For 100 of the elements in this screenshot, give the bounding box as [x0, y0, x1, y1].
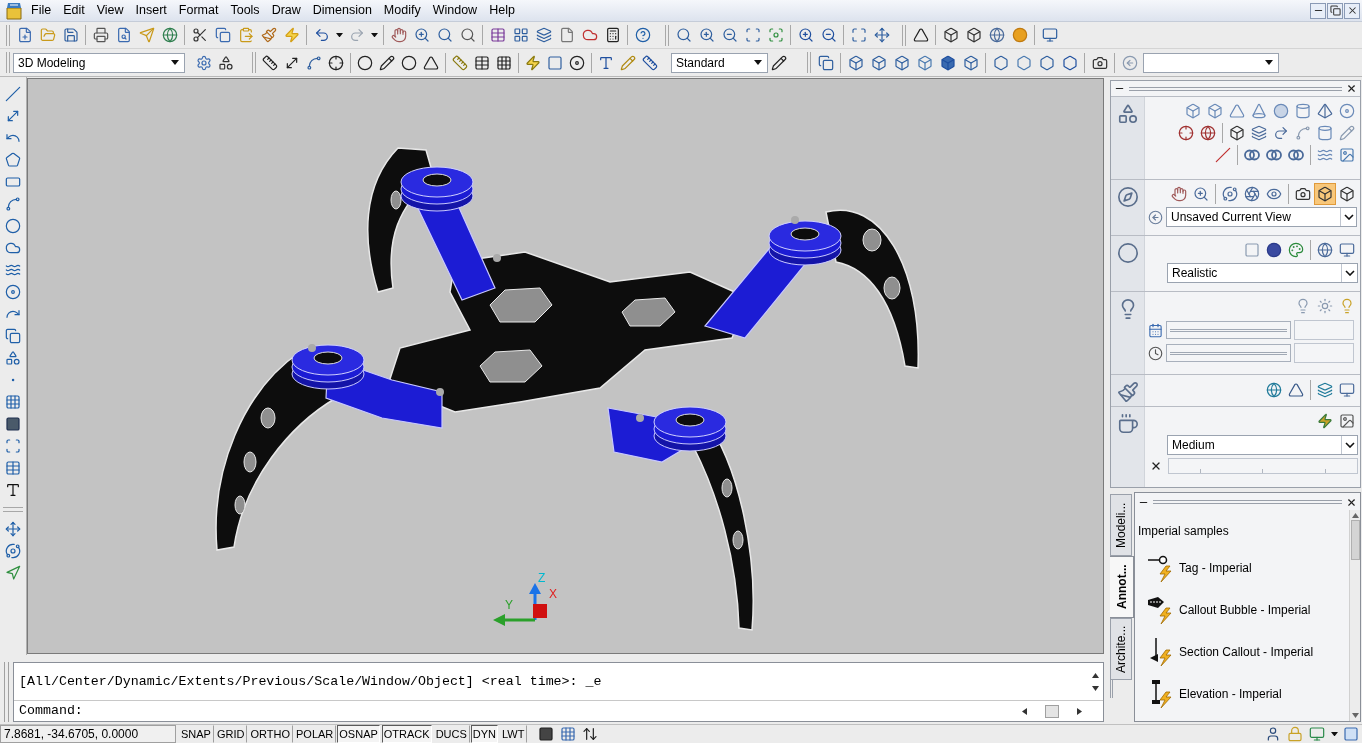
- target-brackets-icon[interactable]: [767, 27, 784, 43]
- lightning-icon[interactable]: [1317, 413, 1333, 429]
- magnifier-icon[interactable]: [459, 27, 476, 43]
- chevron-icon[interactable]: [1343, 214, 1354, 220]
- corner-brackets-icon[interactable]: [744, 27, 761, 43]
- text-style-dropdown[interactable]: Standard: [671, 52, 768, 73]
- palette-tab[interactable]: Archite...: [1110, 618, 1132, 680]
- globe-icon[interactable]: [1317, 242, 1333, 258]
- status-toggle[interactable]: LWT: [499, 725, 528, 743]
- eye-icon[interactable]: [1266, 186, 1282, 202]
- status-toggle[interactable]: OTRACK: [381, 725, 432, 743]
- circle-dot-icon[interactable]: [569, 54, 585, 71]
- up-down-arrows-icon[interactable]: [582, 726, 599, 742]
- cube-icon[interactable]: [965, 27, 982, 43]
- filled-circle-icon[interactable]: [1266, 242, 1282, 258]
- triangle-icon[interactable]: [912, 27, 929, 43]
- globe-icon[interactable]: [1200, 125, 1216, 141]
- grid-icon[interactable]: [560, 726, 577, 742]
- crosshair-icon[interactable]: [1178, 125, 1194, 141]
- cube-icon[interactable]: [870, 54, 887, 71]
- grid-icon[interactable]: [5, 394, 21, 410]
- status-toggle[interactable]: ORTHO: [247, 725, 293, 743]
- app-logo-icon[interactable]: [5, 1, 23, 20]
- caret-icon[interactable]: [171, 60, 179, 65]
- square-icon[interactable]: [5, 416, 21, 432]
- menu-item[interactable]: Tools: [224, 1, 266, 20]
- file-icon[interactable]: [558, 27, 575, 43]
- palette-tab[interactable]: Modeli...: [1110, 494, 1132, 556]
- workspace-dropdown[interactable]: 3D Modeling: [13, 52, 185, 73]
- lightbulb-icon[interactable]: [1295, 298, 1311, 314]
- circle-icon[interactable]: [357, 54, 373, 71]
- ruler-icon[interactable]: [642, 54, 658, 71]
- cube-icon[interactable]: [1339, 186, 1355, 202]
- cube-icon[interactable]: [942, 27, 959, 43]
- scroll-thumb[interactable]: [1045, 704, 1059, 718]
- orbit-icon[interactable]: [5, 543, 21, 559]
- gear-icon[interactable]: [196, 54, 212, 71]
- magnifier-icon[interactable]: [675, 27, 692, 43]
- table-icon[interactable]: [489, 27, 506, 43]
- globe-icon[interactable]: [1266, 382, 1282, 398]
- overlapping-circles-icon[interactable]: [1244, 149, 1260, 161]
- menu-item[interactable]: View: [90, 1, 130, 20]
- hexagon-icon[interactable]: [1061, 54, 1078, 71]
- calculator-icon[interactable]: [604, 27, 621, 43]
- zoom-out-icon[interactable]: [820, 27, 837, 43]
- circle-dot-icon[interactable]: [5, 284, 21, 300]
- view-dropdown[interactable]: Unsaved Current View: [1166, 207, 1357, 227]
- status-toggle[interactable]: SNAP: [178, 725, 214, 743]
- rectangle-icon[interactable]: [5, 174, 21, 190]
- image-icon[interactable]: [1339, 413, 1355, 429]
- slider-track[interactable]: [1166, 321, 1291, 339]
- pencil-icon[interactable]: [379, 54, 395, 71]
- monitor-icon[interactable]: [1339, 382, 1355, 398]
- visual-style-dropdown[interactable]: Realistic: [1167, 263, 1358, 283]
- pentagon-icon[interactable]: [5, 152, 21, 168]
- command-prompt[interactable]: Command:: [14, 701, 1022, 721]
- hexagon-icon[interactable]: [1038, 54, 1055, 71]
- curved-arrow-icon[interactable]: [1273, 125, 1289, 141]
- close-icon[interactable]: [1150, 460, 1162, 472]
- camera-icon[interactable]: [1091, 54, 1108, 71]
- magnifier-icon[interactable]: [436, 27, 453, 43]
- clipboard-icon[interactable]: [237, 27, 254, 43]
- file-search-icon[interactable]: [115, 27, 132, 43]
- status-toggle[interactable]: OSNAP: [337, 725, 380, 743]
- close-icon[interactable]: [1346, 83, 1357, 94]
- cloud-icon[interactable]: [581, 27, 598, 43]
- wedge-triangle-icon[interactable]: [1229, 103, 1245, 119]
- move-arrows-icon[interactable]: [5, 521, 21, 537]
- zoom-in-icon[interactable]: [413, 27, 430, 43]
- paintbrush-icon[interactable]: [260, 27, 277, 43]
- undo-icon[interactable]: [313, 27, 330, 43]
- scroll-down-icon[interactable]: [1091, 685, 1099, 691]
- close-icon[interactable]: [1346, 496, 1357, 508]
- user-icon[interactable]: [1265, 726, 1281, 742]
- lightning-icon[interactable]: [525, 54, 541, 71]
- globe-icon[interactable]: [988, 27, 1005, 43]
- scroll-left-icon[interactable]: [1022, 707, 1027, 715]
- triangle-icon[interactable]: [1288, 382, 1304, 398]
- grid-icon[interactable]: [496, 54, 512, 71]
- wave-icon[interactable]: [1317, 147, 1333, 163]
- slash-icon[interactable]: [1215, 147, 1231, 163]
- menu-item[interactable]: Edit: [57, 1, 91, 20]
- help-icon[interactable]: [634, 27, 651, 43]
- palette-tool-item[interactable]: Elevation - Imperial: [1138, 673, 1349, 715]
- cylinder-icon[interactable]: [1317, 125, 1333, 141]
- chevron-icon[interactable]: [1344, 442, 1355, 448]
- pointer-arrow-icon[interactable]: [5, 565, 21, 581]
- status-toggle[interactable]: POLAR: [293, 725, 337, 743]
- hand-icon[interactable]: [390, 27, 407, 43]
- scroll-right-icon[interactable]: [1077, 707, 1082, 715]
- menu-item[interactable]: Draw: [265, 1, 307, 20]
- menu-item[interactable]: Modify: [377, 1, 427, 20]
- caret-icon[interactable]: [754, 60, 762, 65]
- shapes-icon[interactable]: [5, 350, 21, 366]
- palette-icon[interactable]: [1288, 242, 1304, 258]
- cube-icon[interactable]: [847, 54, 864, 71]
- monitor-icon[interactable]: [1309, 726, 1325, 742]
- circle-icon[interactable]: [401, 54, 417, 71]
- scissors-icon[interactable]: [191, 27, 208, 43]
- caret-icon[interactable]: [1265, 60, 1273, 65]
